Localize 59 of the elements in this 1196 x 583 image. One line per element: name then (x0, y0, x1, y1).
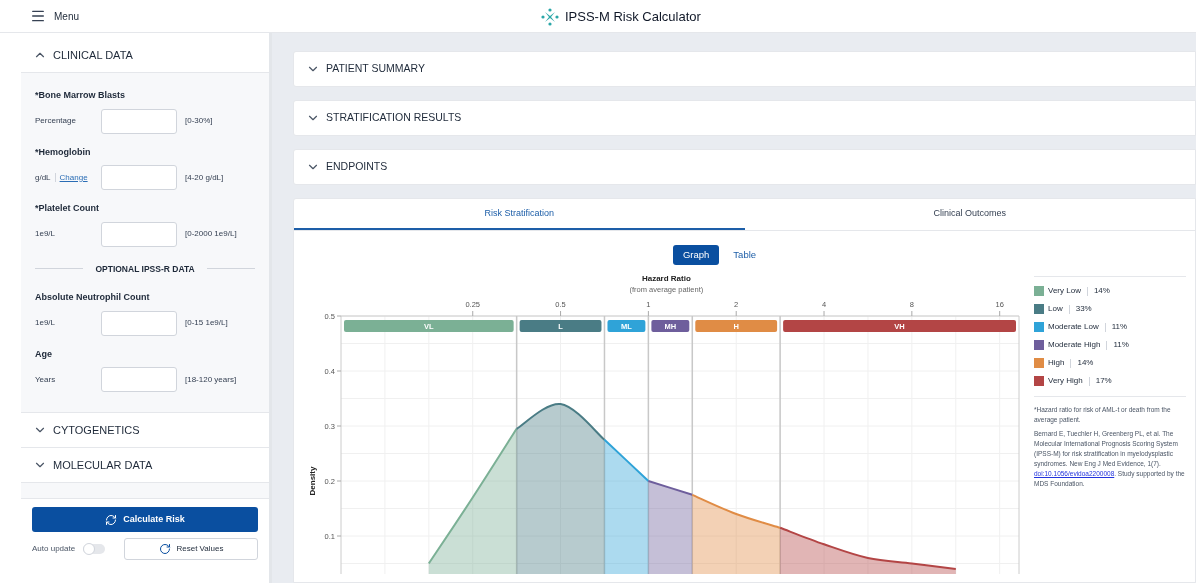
view-toggle-button[interactable]: Table (723, 245, 767, 265)
range-hint: [0-2000 1e9/L] (185, 228, 237, 240)
legend-share: 14% (1077, 357, 1094, 369)
legend-share: 14% (1093, 285, 1110, 297)
legend-share: 11% (1111, 321, 1128, 333)
menu-label[interactable]: Menu (54, 8, 79, 24)
chart-title: Hazard Ratio (641, 274, 691, 283)
logo-icon (541, 7, 559, 26)
app-title: IPSS-M Risk Calculator (565, 8, 701, 26)
auto-update-label: Auto update (32, 543, 76, 556)
legend-share: 17% (1095, 375, 1112, 387)
unit-label: Percentage (35, 115, 76, 127)
legend-label: Moderate Low (1048, 321, 1099, 333)
refresh-icon (105, 513, 118, 526)
view-toggle-button[interactable]: Graph (672, 245, 720, 265)
tab[interactable]: Clinical Outcomes (744, 199, 1195, 230)
field-label: Age (35, 347, 53, 361)
calculate-risk-button[interactable]: Calculate Risk (32, 507, 258, 533)
reset-values-button[interactable]: Reset Values (124, 538, 258, 561)
input-field[interactable] (101, 310, 177, 336)
menu-icon[interactable] (30, 8, 46, 24)
legend-share: 11% (1113, 339, 1129, 351)
input-field[interactable] (101, 221, 177, 247)
field-label: *Bone Marrow Blasts (35, 89, 127, 102)
input-field[interactable] (101, 367, 177, 393)
panel-title: ENDPOINTS (326, 159, 388, 175)
range-hint: [0-30%] (185, 115, 213, 127)
unit-label: 1e9/L (35, 317, 56, 330)
panel-title: PATIENT SUMMARY (326, 61, 425, 77)
accordion-panel[interactable]: ENDPOINTS (293, 149, 1196, 185)
legend-share: 33% (1075, 303, 1092, 315)
field-label: Absolute Neutrophil Count (35, 291, 151, 305)
legend-label: Low (1048, 303, 1063, 315)
unit-label: Years (35, 373, 56, 386)
unit-label: g/dL (35, 171, 51, 184)
section-title: MOLECULAR DATA (53, 458, 153, 473)
tab[interactable]: Risk Stratification (294, 199, 745, 230)
input-field[interactable] (101, 165, 177, 190)
range-hint: [18-120 years] (185, 373, 237, 386)
range-hint: [4-20 g/dL] (185, 171, 224, 184)
auto-update-toggle[interactable] (83, 544, 106, 555)
section-title: CYTOGENETICS (53, 423, 140, 438)
field-label: *Hemoglobin (35, 145, 92, 159)
legend-label: Moderate High (1048, 339, 1101, 351)
panel-title: STRATIFICATION RESULTS (326, 110, 462, 126)
unit-label: 1e9/L (35, 228, 56, 240)
accordion-panel[interactable]: PATIENT SUMMARY (293, 51, 1196, 87)
field-label: *Platelet Count (35, 202, 100, 215)
legend-label: High (1048, 357, 1065, 369)
section-title: CLINICAL DATA (53, 47, 133, 63)
legend-label: Very Low (1048, 285, 1081, 297)
range-hint: [0-15 1e9/L] (185, 317, 228, 330)
accordion-panel[interactable]: STRATIFICATION RESULTS (293, 100, 1196, 136)
change-link[interactable]: Change (59, 171, 88, 184)
y-axis-label: Density (308, 466, 317, 496)
legend-label: Very High (1048, 375, 1083, 387)
input-field[interactable] (101, 108, 177, 134)
reset-icon (158, 543, 171, 556)
optional-heading: OPTIONAL IPSS-R DATA (95, 262, 195, 276)
